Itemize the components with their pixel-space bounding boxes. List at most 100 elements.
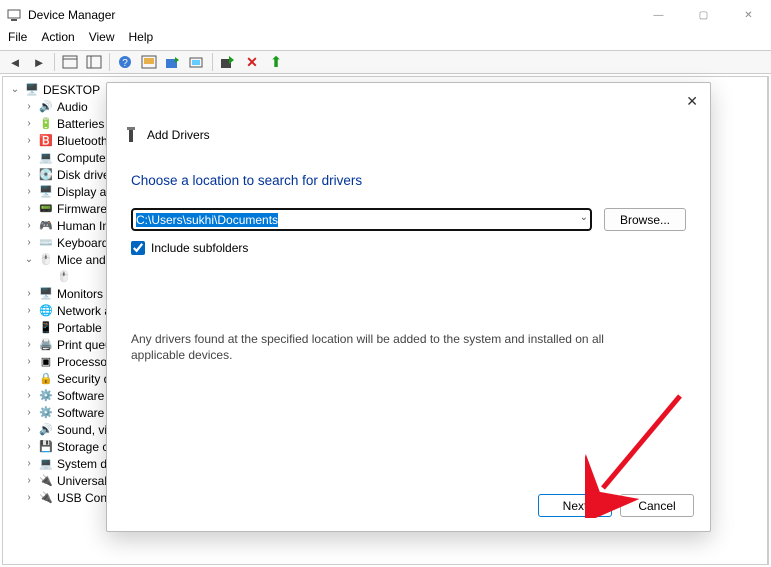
expand-icon[interactable] [23,339,35,350]
expand-icon[interactable] [23,458,35,469]
device-category-icon: 🔋 [38,116,54,132]
expand-icon[interactable] [23,475,35,486]
include-subfolders-checkbox[interactable] [131,241,145,255]
uninstall-button[interactable] [186,52,208,72]
close-button[interactable]: ✕ [726,0,771,30]
path-input[interactable] [131,208,592,231]
maximize-button[interactable]: ▢ [681,0,726,30]
tree-item-label: Audio [57,100,88,114]
device-category-icon: 🔊 [38,99,54,115]
properties-button[interactable] [83,52,105,72]
titlebar: Device Manager — ▢ ✕ [0,0,771,30]
dialog-heading: Choose a location to search for drivers [107,143,710,208]
device-category-icon: ▣ [38,354,54,370]
expand-icon[interactable] [23,407,35,418]
computer-icon: 🖥️ [24,82,40,98]
device-category-icon: 🖥️ [38,184,54,200]
device-category-icon: 💾 [38,439,54,455]
add-drivers-dialog: ✕ Add Drivers Choose a location to searc… [106,82,711,532]
path-row: ⌄ Browse... [107,208,710,231]
expand-icon[interactable] [23,237,35,248]
next-button[interactable]: Next [538,494,612,517]
path-combobox[interactable]: ⌄ [131,208,592,231]
expand-icon[interactable] [23,356,35,367]
window-controls: — ▢ ✕ [636,0,771,30]
expand-icon[interactable] [23,373,35,384]
dialog-close-button[interactable]: ✕ [686,93,698,110]
tree-item-label: Monitors [57,287,103,301]
expand-icon[interactable] [23,441,35,452]
device-category-icon: 📱 [38,320,54,336]
menu-action[interactable]: Action [41,30,74,50]
device-category-icon: ⚙️ [38,388,54,404]
expand-icon[interactable] [23,322,35,333]
expand-icon[interactable] [9,84,21,95]
menu-view[interactable]: View [89,30,115,50]
menu-help[interactable]: Help [129,30,154,50]
expand-icon[interactable] [23,390,35,401]
expand-icon[interactable] [23,254,35,265]
help-button[interactable]: ? [114,52,136,72]
toolbar-separator [212,53,213,71]
device-category-icon: 🖱️ [38,252,54,268]
expand-icon[interactable] [23,186,35,197]
enable-button[interactable]: ⬆ [265,52,287,72]
expand-icon[interactable] [23,424,35,435]
device-category-icon: 🖱️ [56,269,72,285]
svg-text:?: ? [122,58,128,69]
expand-icon[interactable] [23,152,35,163]
device-category-icon: 💽 [38,167,54,183]
chevron-down-icon[interactable]: ⌄ [580,212,588,223]
device-category-icon: 💻 [38,150,54,166]
toolbar-separator [109,53,110,71]
add-driver-button[interactable] [217,52,239,72]
expand-icon[interactable] [23,169,35,180]
device-category-icon: 🎮 [38,218,54,234]
device-category-icon: 🅱️ [38,133,54,149]
menu-file[interactable]: File [8,30,27,50]
device-category-icon: 📟 [38,201,54,217]
toolbar-separator [54,53,55,71]
back-button[interactable]: ◄ [4,52,26,72]
disable-button[interactable]: ✕ [241,52,263,72]
scan-button[interactable] [138,52,160,72]
device-category-icon: 🖨️ [38,337,54,353]
dialog-footer: Next Cancel [538,494,694,517]
show-hidden-button[interactable] [59,52,81,72]
window-title: Device Manager [28,8,115,22]
forward-button[interactable]: ► [28,52,50,72]
device-category-icon: 🔒 [38,371,54,387]
menubar: File Action View Help [0,30,771,50]
device-category-icon: 🔌 [38,473,54,489]
expand-icon[interactable] [23,101,35,112]
device-category-icon: 🔊 [38,422,54,438]
expand-icon[interactable] [23,220,35,231]
dialog-description: Any drivers found at the specified locat… [107,255,710,363]
include-subfolders-row: Include subfolders [107,231,710,255]
expand-icon[interactable] [23,203,35,214]
device-category-icon: 💻 [38,456,54,472]
expand-icon[interactable] [23,118,35,129]
expand-icon[interactable] [23,288,35,299]
device-category-icon: ⌨️ [38,235,54,251]
tree-item-label: Batteries [57,117,104,131]
tree-item-label: Computer [57,151,110,165]
device-category-icon: 🖥️ [38,286,54,302]
expand-icon[interactable] [23,305,35,316]
expand-icon[interactable] [23,492,35,503]
include-subfolders-label: Include subfolders [151,241,248,255]
dialog-header: Add Drivers [107,83,710,143]
device-category-icon: 🌐 [38,303,54,319]
update-driver-button[interactable] [162,52,184,72]
device-category-icon: ⚙️ [38,405,54,421]
minimize-button[interactable]: — [636,0,681,30]
expand-icon[interactable] [23,135,35,146]
tree-item-label: Bluetooth [57,134,108,148]
app-icon [6,7,22,23]
cancel-button[interactable]: Cancel [620,494,694,517]
dialog-title: Add Drivers [147,128,210,142]
driver-icon [123,127,139,143]
toolbar: ◄ ► ? ✕ ⬆ [0,50,771,74]
browse-button[interactable]: Browse... [604,208,686,231]
tree-root-label: DESKTOP [43,83,100,97]
